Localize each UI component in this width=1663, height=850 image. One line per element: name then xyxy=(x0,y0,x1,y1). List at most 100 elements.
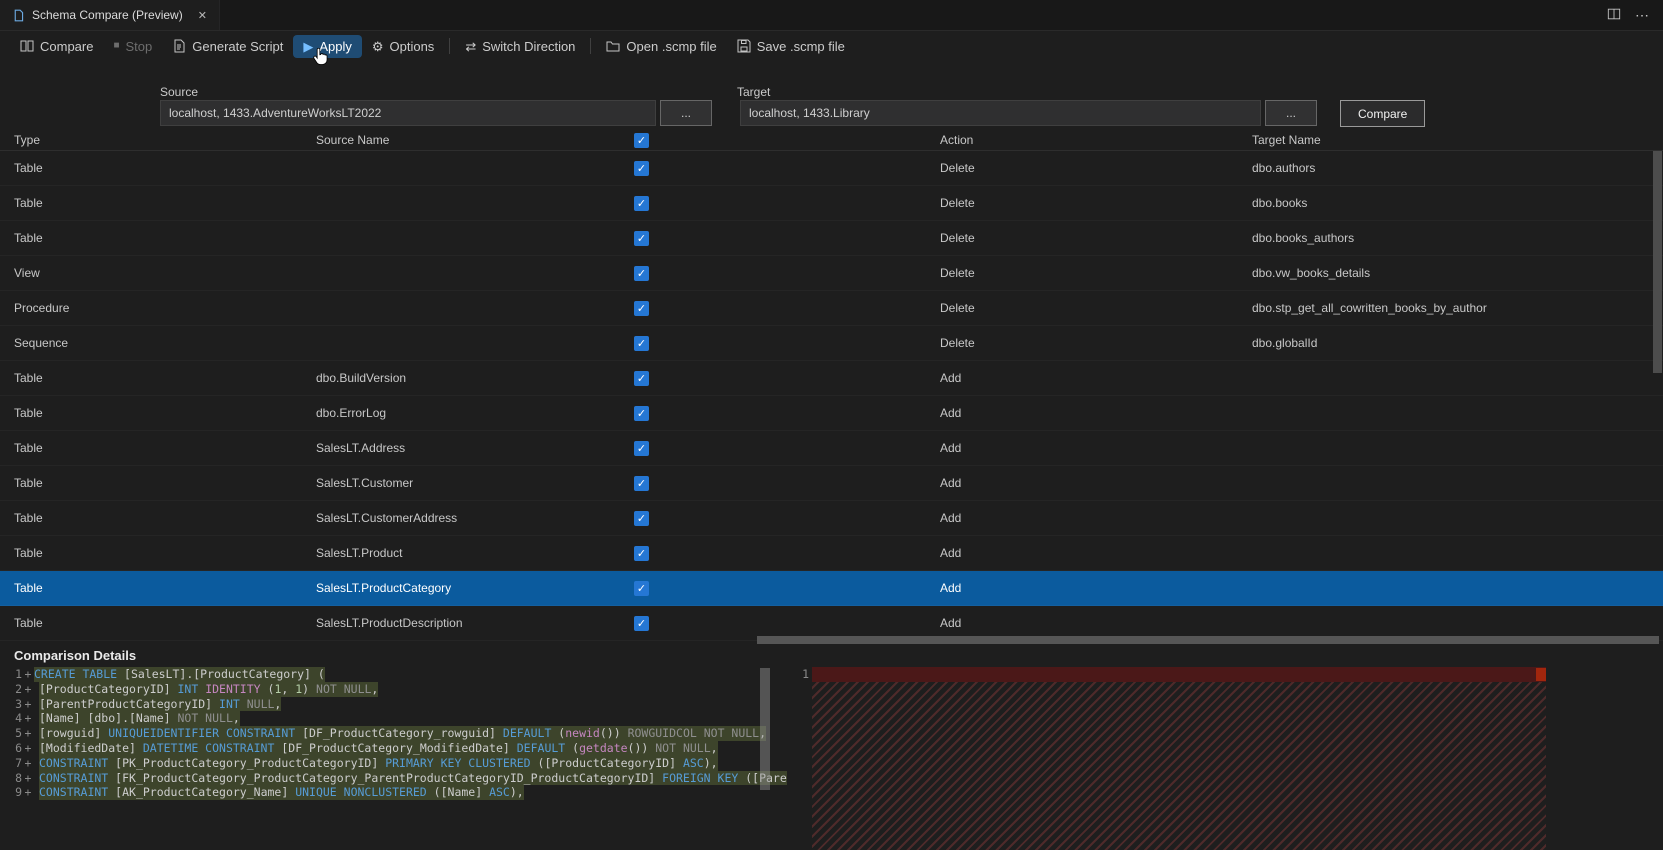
cell-source-name: SalesLT.Customer xyxy=(316,476,414,490)
cell-action: Delete xyxy=(940,231,975,245)
stop-icon: ■ xyxy=(113,40,120,51)
close-icon[interactable]: ✕ xyxy=(198,9,207,22)
line-number: 9 xyxy=(15,785,22,800)
cell-action: Add xyxy=(940,371,962,385)
table-row[interactable]: Table dbo.ErrorLog ✓ Add xyxy=(0,396,1663,431)
cell-include: ✓ xyxy=(630,370,940,386)
include-checkbox[interactable]: ✓ xyxy=(634,265,649,281)
source-input[interactable] xyxy=(160,100,656,126)
line-number: 7 xyxy=(15,755,22,770)
generate-script-button[interactable]: Generate Script xyxy=(162,35,293,58)
code-text: [Name] [dbo].[Name] NOT NULL, xyxy=(39,711,240,727)
toolbar-separator xyxy=(590,38,592,54)
table-row[interactable]: Table SalesLT.Customer ✓ Add xyxy=(0,466,1663,501)
table-row[interactable]: Table SalesLT.Product ✓ Add xyxy=(0,536,1663,571)
cell-type: Table xyxy=(14,546,43,560)
code-text: CONSTRAINT [AK_ProductCategory_Name] UNI… xyxy=(39,785,524,801)
cell-source-name: SalesLT.CustomerAddress xyxy=(316,511,458,525)
more-actions-icon[interactable]: ⋯ xyxy=(1635,7,1649,24)
compare-action-button[interactable]: Compare xyxy=(1340,100,1426,127)
diff-source-scrollbar[interactable] xyxy=(760,668,770,790)
diff-added-sign: + xyxy=(24,740,32,755)
include-checkbox[interactable]: ✓ xyxy=(634,510,649,526)
toolbar-separator xyxy=(449,38,451,54)
table-row[interactable]: Procedure ✓ Delete dbo.stp_get_all_cowri… xyxy=(0,291,1663,326)
column-header-source-name[interactable]: Source Name xyxy=(316,133,630,147)
target-label: Target xyxy=(737,85,771,99)
cell-include: ✓ xyxy=(630,230,940,246)
compare-button[interactable]: Compare xyxy=(10,35,103,58)
cell-target-name: dbo.authors xyxy=(1252,161,1316,175)
table-row[interactable]: Table SalesLT.Address ✓ Add xyxy=(0,431,1663,466)
code-text: [ParentProductCategoryID] INT NULL, xyxy=(39,696,282,712)
tab-schema-compare[interactable]: Schema Compare (Preview) ✕ xyxy=(0,0,220,30)
table-row[interactable]: Sequence ✓ Delete dbo.globalId xyxy=(0,326,1663,361)
cell-action: Add xyxy=(940,546,962,560)
diff-added-sign: + xyxy=(24,755,32,770)
cell-include: ✓ xyxy=(630,405,940,421)
grid-vertical-scrollbar[interactable] xyxy=(1653,151,1662,373)
include-checkbox[interactable]: ✓ xyxy=(634,615,649,631)
target-browse-button[interactable]: ... xyxy=(1265,100,1317,126)
code-text: CREATE TABLE [SalesLT].[ProductCategory]… xyxy=(34,667,325,682)
cell-include: ✓ xyxy=(630,440,940,456)
code-text: [rowguid] UNIQUEIDENTIFIER CONSTRAINT [D… xyxy=(39,726,767,741)
cell-target-name: dbo.vw_books_details xyxy=(1252,266,1371,280)
options-button[interactable]: ⚙ Options xyxy=(362,35,444,58)
cell-type: Table xyxy=(14,511,43,525)
open-scmp-button[interactable]: Open .scmp file xyxy=(596,35,726,58)
table-row[interactable]: Table SalesLT.CustomerAddress ✓ Add xyxy=(0,501,1663,536)
select-all-checkbox[interactable]: ✓ xyxy=(634,132,649,148)
table-row[interactable]: Table ✓ Delete dbo.books_authors xyxy=(0,221,1663,256)
cell-source-name: SalesLT.ProductDescription xyxy=(316,616,463,630)
cell-source-name: dbo.ErrorLog xyxy=(316,406,387,420)
stop-button[interactable]: ■ Stop xyxy=(103,35,162,58)
code-line: 9 + CONSTRAINT [AK_ProductCategory_Name]… xyxy=(0,785,787,801)
table-row[interactable]: Table dbo.BuildVersion ✓ Add xyxy=(0,361,1663,396)
include-checkbox[interactable]: ✓ xyxy=(634,300,649,316)
include-checkbox[interactable]: ✓ xyxy=(634,230,649,246)
include-checkbox[interactable]: ✓ xyxy=(634,545,649,561)
include-checkbox[interactable]: ✓ xyxy=(634,475,649,491)
include-checkbox[interactable]: ✓ xyxy=(634,440,649,456)
editor-tab-bar: Schema Compare (Preview) ✕ ⋯ xyxy=(0,0,1663,31)
include-checkbox[interactable]: ✓ xyxy=(634,580,649,596)
save-scmp-label: Save .scmp file xyxy=(756,38,845,54)
source-label: Source xyxy=(160,85,199,99)
split-editor-icon[interactable] xyxy=(1607,7,1621,24)
code-line: 6 + [ModifiedDate] DATETIME CONSTRAINT [… xyxy=(0,740,787,756)
code-line: 1 + CREATE TABLE [SalesLT].[ProductCateg… xyxy=(0,667,787,682)
diff-target-pane[interactable]: 1 xyxy=(787,667,1663,850)
column-header-action[interactable]: Action xyxy=(940,133,1252,147)
save-scmp-button[interactable]: Save .scmp file xyxy=(727,35,855,58)
include-checkbox[interactable]: ✓ xyxy=(634,160,649,176)
switch-direction-button[interactable]: ⇄ Switch Direction xyxy=(455,35,585,58)
cell-type: Table xyxy=(14,476,43,490)
table-row[interactable]: Table ✓ Delete dbo.authors xyxy=(0,151,1663,186)
include-checkbox[interactable]: ✓ xyxy=(634,195,649,211)
column-header-type[interactable]: Type xyxy=(0,133,316,147)
source-browse-button[interactable]: ... xyxy=(660,100,712,126)
switch-direction-label: Switch Direction xyxy=(482,38,576,54)
diff-added-sign: + xyxy=(24,681,32,696)
diff-source-pane[interactable]: 1 + CREATE TABLE [SalesLT].[ProductCateg… xyxy=(0,667,787,850)
script-icon xyxy=(172,39,186,53)
cell-action: Delete xyxy=(940,266,975,280)
cell-action: Add xyxy=(940,476,962,490)
cell-action: Delete xyxy=(940,301,975,315)
cell-target-name: dbo.books xyxy=(1252,196,1308,210)
include-checkbox[interactable]: ✓ xyxy=(634,370,649,386)
cell-include: ✓ xyxy=(630,160,940,176)
include-checkbox[interactable]: ✓ xyxy=(634,405,649,421)
line-number: 3 xyxy=(15,696,22,711)
target-input[interactable] xyxy=(740,100,1261,126)
table-row[interactable]: Table ✓ Delete dbo.books xyxy=(0,186,1663,221)
column-header-target-name[interactable]: Target Name xyxy=(1252,133,1663,147)
include-checkbox[interactable]: ✓ xyxy=(634,335,649,351)
code-text: CONSTRAINT [PK_ProductCategory_ProductCa… xyxy=(39,755,718,771)
code-text: [ModifiedDate] DATETIME CONSTRAINT [DF_P… xyxy=(39,740,718,756)
options-label: Options xyxy=(389,38,435,54)
table-row[interactable]: View ✓ Delete dbo.vw_books_details xyxy=(0,256,1663,291)
table-row[interactable]: Table SalesLT.ProductCategory ✓ Add xyxy=(0,571,1663,606)
save-icon xyxy=(737,39,751,53)
